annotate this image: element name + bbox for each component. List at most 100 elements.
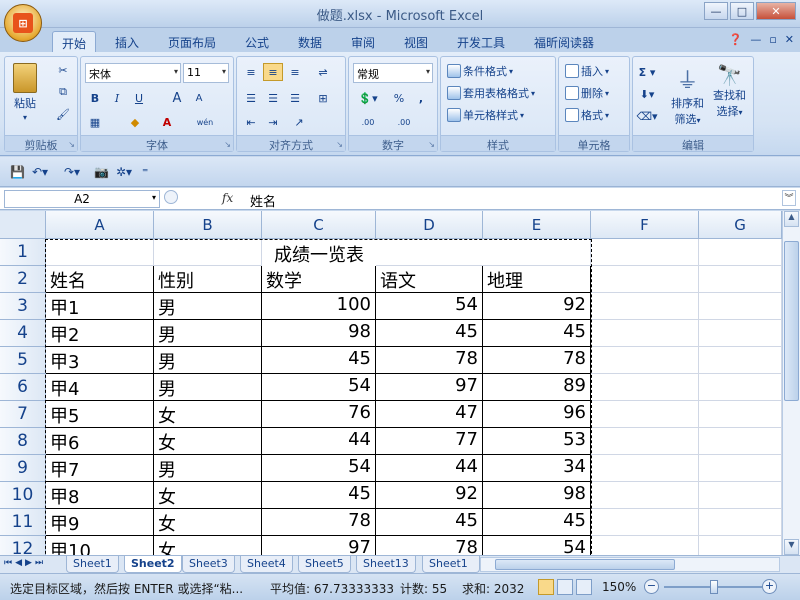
empty-cell[interactable] (699, 347, 782, 374)
cell-name[interactable]: 甲5 (46, 401, 154, 428)
empty-cell[interactable] (591, 239, 699, 266)
row-header-8[interactable]: 8 (0, 428, 46, 455)
cell-gender[interactable]: 男 (154, 455, 262, 482)
row-header-6[interactable]: 6 (0, 374, 46, 401)
cell-gender[interactable]: 女 (154, 536, 262, 555)
cell-gender[interactable]: 男 (154, 347, 262, 374)
cell-name[interactable]: 甲1 (46, 293, 154, 320)
format-painter-icon[interactable]: 🖌 (53, 105, 73, 123)
cell-geography[interactable]: 98 (483, 482, 591, 509)
cell-name[interactable]: 甲8 (46, 482, 154, 509)
vertical-scroll-thumb[interactable] (784, 241, 799, 401)
empty-cell[interactable] (591, 293, 699, 320)
cell-chinese[interactable]: 78 (376, 536, 483, 555)
empty-cell[interactable] (699, 266, 782, 293)
horizontal-scroll-thumb[interactable] (495, 559, 675, 570)
cell-name[interactable]: 甲2 (46, 320, 154, 347)
underline-button[interactable]: U (129, 89, 149, 107)
font-name-combo[interactable]: 宋体 ▾ (85, 63, 181, 83)
formula-bar-resize-icon[interactable] (164, 190, 178, 204)
empty-cell[interactable] (699, 401, 782, 428)
column-header-g[interactable]: G (699, 211, 782, 239)
cell-geography[interactable]: 34 (483, 455, 591, 482)
empty-cell[interactable] (591, 320, 699, 347)
cell-name[interactable]: 甲6 (46, 428, 154, 455)
customize-qat-icon[interactable]: ⁼ (142, 165, 148, 179)
ribbon-minimize-icon[interactable]: — (750, 33, 761, 46)
cell-e1[interactable] (483, 239, 591, 266)
empty-cell[interactable] (591, 455, 699, 482)
name-box[interactable]: A2 ▾ (4, 190, 160, 208)
zoom-out-icon[interactable]: − (644, 579, 659, 594)
tab-insert[interactable]: 插入 (106, 31, 148, 52)
row-header-10[interactable]: 10 (0, 482, 46, 509)
office-button[interactable]: ⊞ (4, 4, 42, 42)
empty-cell[interactable] (699, 320, 782, 347)
empty-cell[interactable] (699, 455, 782, 482)
empty-cell[interactable] (699, 239, 782, 266)
format-as-table-button[interactable]: 套用表格格式 ▾ (447, 85, 535, 101)
sheet-tab-13[interactable]: Sheet13 (356, 556, 416, 573)
orientation-icon[interactable]: ↗ (289, 113, 309, 131)
tab-home[interactable]: 开始 (52, 31, 97, 52)
column-header-b[interactable]: B (154, 211, 262, 239)
align-middle-icon[interactable]: ≡ (263, 63, 283, 81)
cell-name[interactable]: 甲4 (46, 374, 154, 401)
insert-cells-button[interactable]: 插入 ▾ (565, 63, 609, 79)
font-color-icon[interactable]: A (157, 113, 177, 131)
minimize-button[interactable]: — (704, 2, 728, 20)
cell-math[interactable]: 44 (262, 428, 376, 455)
scroll-up-icon[interactable]: ▲ (784, 211, 799, 227)
cell-chinese[interactable]: 78 (376, 347, 483, 374)
cell-math[interactable]: 100 (262, 293, 376, 320)
row-header-9[interactable]: 9 (0, 455, 46, 482)
number-format-combo[interactable]: 常规 ▾ (353, 63, 433, 83)
column-header-c[interactable]: C (262, 211, 376, 239)
align-center-icon[interactable]: ☰ (263, 89, 283, 107)
sheet-tab-1[interactable]: Sheet1 (66, 556, 119, 573)
cell-math[interactable]: 78 (262, 509, 376, 536)
row-header-7[interactable]: 7 (0, 401, 46, 428)
cell-a1[interactable] (46, 239, 154, 266)
formula-input[interactable]: 姓名 (250, 191, 276, 210)
save-icon[interactable]: 💾 (10, 165, 25, 179)
number-launcher-icon[interactable]: ↘ (428, 140, 435, 149)
row-header-1[interactable]: 1 (0, 239, 46, 266)
sheet-title-cell[interactable]: 成绩一览表 (262, 241, 376, 267)
bold-button[interactable]: B (85, 89, 105, 107)
cell-geography[interactable]: 53 (483, 428, 591, 455)
clipboard-launcher-icon[interactable]: ↘ (68, 140, 75, 149)
grow-font-button[interactable]: A (167, 89, 187, 107)
clear-icon[interactable]: ⌫▾ (636, 107, 657, 125)
cell-gender[interactable]: 女 (154, 401, 262, 428)
cell-math[interactable]: 98 (262, 320, 376, 347)
normal-view-icon[interactable] (538, 579, 554, 595)
phonetic-button[interactable]: wén (191, 113, 219, 131)
zoom-in-icon[interactable]: + (762, 579, 777, 594)
cell-chinese[interactable]: 97 (376, 374, 483, 401)
tab-view[interactable]: 视图 (395, 31, 437, 52)
insert-function-button[interactable]: fx (222, 191, 233, 205)
sheet-tab-2[interactable]: Sheet2 (124, 556, 182, 573)
format-cells-button[interactable]: 格式 ▾ (565, 107, 609, 123)
empty-cell[interactable] (591, 428, 699, 455)
cell-math[interactable]: 76 (262, 401, 376, 428)
cell-name[interactable]: 甲3 (46, 347, 154, 374)
cell-math[interactable]: 54 (262, 455, 376, 482)
undo-icon[interactable]: ↶▾ (32, 165, 48, 179)
empty-cell[interactable] (591, 401, 699, 428)
paste-button[interactable]: 粘贴 ▾ (13, 63, 37, 122)
page-break-view-icon[interactable] (576, 579, 592, 595)
empty-cell[interactable] (699, 509, 782, 536)
cell-chinese[interactable]: 77 (376, 428, 483, 455)
row-header-4[interactable]: 4 (0, 320, 46, 347)
redo-icon[interactable]: ↷▾ (64, 165, 80, 179)
empty-cell[interactable] (699, 293, 782, 320)
empty-cell[interactable] (699, 536, 782, 555)
alignment-launcher-icon[interactable]: ↘ (336, 140, 343, 149)
increase-decimal-button[interactable]: .00 (353, 113, 383, 131)
cell-geography[interactable]: 45 (483, 509, 591, 536)
row-header-2[interactable]: 2 (0, 266, 46, 293)
conditional-format-button[interactable]: 条件格式 ▾ (447, 63, 513, 79)
empty-cell[interactable] (591, 374, 699, 401)
